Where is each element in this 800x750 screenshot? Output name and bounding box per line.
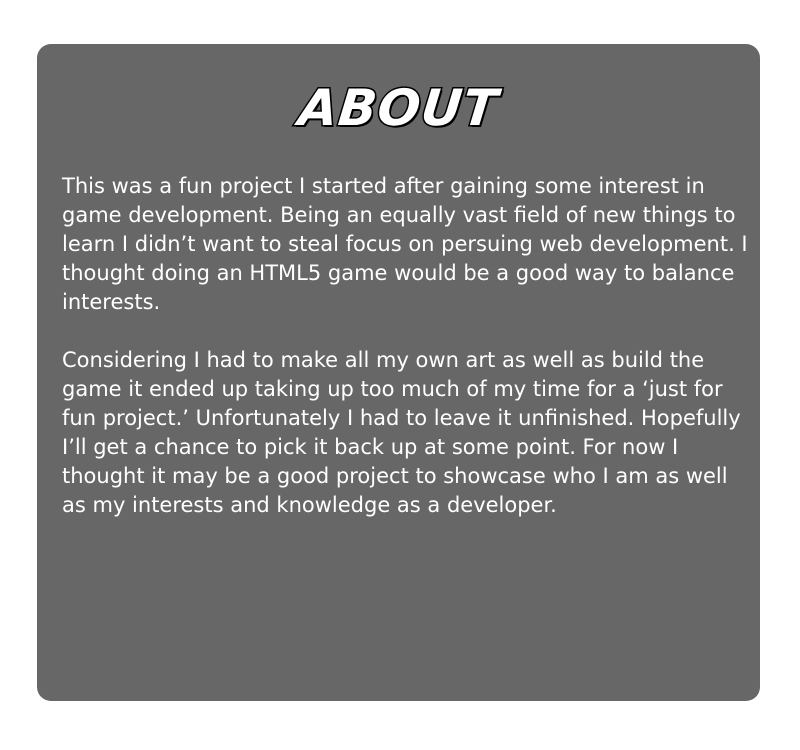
about-text: This was a fun project I started after g…	[62, 172, 754, 520]
about-paragraph-1: This was a fun project I started after g…	[62, 174, 748, 314]
about-paragraph-2: Considering I had to make all my own art…	[62, 348, 741, 517]
about-heading: ABOUT	[294, 78, 502, 139]
about-panel: ABOUT This was a fun project I started a…	[37, 44, 760, 701]
